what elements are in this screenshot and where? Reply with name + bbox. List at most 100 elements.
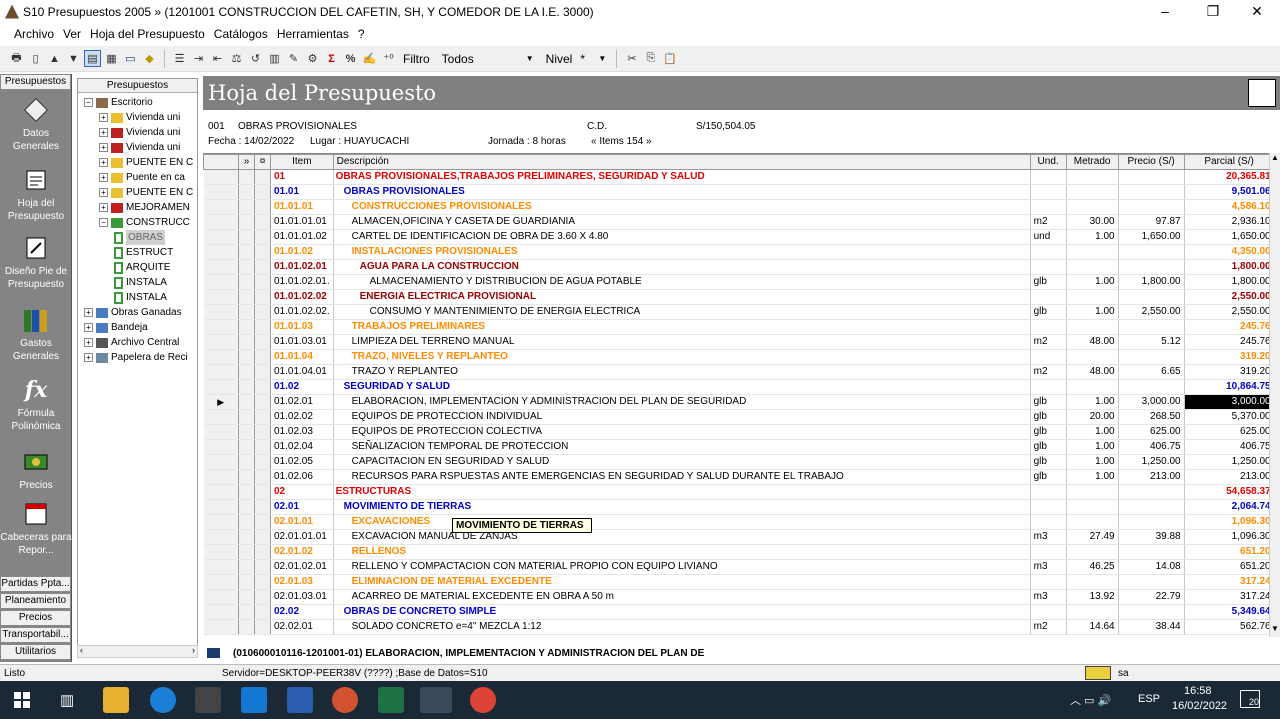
description-cell[interactable]: CARTEL DE IDENTIFICACION DE OBRA DE 3.60… (333, 229, 1031, 245)
parcial-cell[interactable]: 1,096.30 (1184, 514, 1275, 530)
precio-cell[interactable] (1118, 604, 1185, 620)
metrado-cell[interactable]: 1.00 (1066, 469, 1119, 485)
tree-node[interactable]: + Vivienda uni (99, 140, 180, 155)
parcial-cell[interactable]: 213.00 (1184, 469, 1275, 485)
table-row[interactable]: 01.01.01.01 ALMACEN,OFICINA Y CASETA DE G… (203, 214, 1275, 230)
unit-cell[interactable] (1030, 499, 1067, 515)
row-selector[interactable] (203, 334, 239, 350)
row-marker-cell[interactable] (254, 499, 271, 515)
menu-herramientas[interactable]: Herramientas (277, 27, 349, 41)
row-expand-cell[interactable] (238, 184, 255, 200)
unit-cell[interactable] (1030, 514, 1067, 530)
metrado-cell[interactable] (1066, 499, 1119, 515)
metrado-cell[interactable]: 1.00 (1066, 394, 1119, 410)
row-expand-cell[interactable] (238, 514, 255, 530)
row-selector[interactable] (203, 379, 239, 395)
tree-node[interactable]: + PUENTE EN C (99, 155, 193, 170)
row-marker-cell[interactable] (254, 169, 271, 185)
row-selector[interactable] (203, 364, 239, 380)
header-item[interactable]: Item (270, 154, 334, 170)
row-selector[interactable] (203, 574, 239, 590)
row-selector[interactable]: ▶ (203, 394, 239, 410)
table-row[interactable]: 01.01.02.01 AGUA PARA LA CONSTRUCCION 1,80… (203, 259, 1275, 275)
menu-archivo[interactable]: Archivo (14, 27, 54, 41)
datos-generales-button[interactable]: Datos Generales (0, 96, 72, 153)
parcial-cell[interactable]: 625.00 (1184, 424, 1275, 440)
gastos-generales-button[interactable]: Gastos Generales (0, 306, 72, 363)
metrado-cell[interactable]: 30.00 (1066, 214, 1119, 230)
row-marker-cell[interactable] (254, 244, 271, 260)
expand-icon[interactable]: + (99, 158, 108, 167)
copy-format-icon[interactable]: ✍ (361, 50, 378, 67)
file-explorer-icon[interactable] (103, 687, 129, 713)
parcial-cell[interactable]: 319.20 (1184, 364, 1275, 380)
parcial-cell[interactable]: 406.75 (1184, 439, 1275, 455)
row-selector[interactable] (203, 184, 239, 200)
description-cell[interactable]: AGUA PARA LA CONSTRUCCION (333, 259, 1031, 275)
store-icon[interactable] (195, 687, 221, 713)
parcial-cell[interactable]: 317.24 (1184, 574, 1275, 590)
item-cell[interactable]: 01.01.01 (270, 199, 334, 215)
row-marker-cell[interactable] (254, 364, 271, 380)
cut-icon[interactable]: ✂ (623, 50, 640, 67)
description-cell[interactable]: EXCAVACION MANUAL DE ZANJAS (333, 529, 1031, 545)
metrado-cell[interactable] (1066, 169, 1119, 185)
row-selector[interactable] (203, 439, 239, 455)
table-row[interactable]: 02.01.03.01 ACARREO DE MATERIAL EXCEDENTE… (203, 589, 1275, 605)
parcial-cell[interactable]: 1,800.00 (1184, 274, 1275, 290)
table-row[interactable]: 02.01.01 EXCAVACIONES 1,096.30 (203, 514, 1275, 530)
precio-cell[interactable]: 22.79 (1118, 589, 1185, 605)
precio-cell[interactable]: 3,000.00 (1118, 394, 1185, 410)
precio-cell[interactable] (1118, 514, 1185, 530)
row-marker-cell[interactable] (254, 454, 271, 470)
precio-cell[interactable]: 5.12 (1118, 334, 1185, 350)
expand-icon[interactable]: + (84, 353, 93, 362)
expand-icon[interactable]: + (99, 128, 108, 137)
table-row[interactable]: 02.01.02.01 RELLENO Y COMPACTACION CON MA… (203, 559, 1275, 575)
menu-help[interactable]: ? (358, 27, 365, 41)
close-button[interactable]: ✕ (1234, 0, 1280, 23)
row-expand-cell[interactable] (238, 379, 255, 395)
unit-cell[interactable]: m3 (1030, 529, 1067, 545)
metrado-cell[interactable]: 14.64 (1066, 619, 1119, 635)
parcial-cell[interactable]: 317.24 (1184, 589, 1275, 605)
row-marker-cell[interactable] (254, 409, 271, 425)
precio-cell[interactable]: 39.88 (1118, 529, 1185, 545)
description-cell[interactable]: ELABORACION, IMPLEMENTACION Y ADMINISTRA… (333, 394, 1031, 410)
metrado-cell[interactable] (1066, 349, 1119, 365)
row-selector[interactable] (203, 349, 239, 365)
unit-cell[interactable] (1030, 169, 1067, 185)
row-marker-cell[interactable] (254, 199, 271, 215)
row-expand-cell[interactable] (238, 559, 255, 575)
parcial-cell[interactable]: 1,096.30 (1184, 529, 1275, 545)
copy-icon[interactable]: ⎘ (642, 50, 659, 67)
precio-cell[interactable]: 406.75 (1118, 439, 1185, 455)
precio-cell[interactable] (1118, 574, 1185, 590)
nivel-select[interactable]: * ▼ (576, 49, 611, 68)
precio-cell[interactable]: 625.00 (1118, 424, 1185, 440)
item-cell[interactable]: 01.01.02.01. (270, 274, 334, 290)
row-marker-cell[interactable] (254, 619, 271, 635)
unit-cell[interactable]: m2 (1030, 334, 1067, 350)
view-list-icon[interactable]: ▤ (84, 50, 101, 67)
metrado-cell[interactable] (1066, 514, 1119, 530)
percent-icon[interactable]: % (342, 50, 359, 67)
metrado-cell[interactable]: 1.00 (1066, 439, 1119, 455)
calc-icon[interactable]: ⚙ (304, 50, 321, 67)
tree-node[interactable]: ARQUITE (114, 260, 170, 275)
tree-node[interactable]: + PUENTE EN C (99, 185, 193, 200)
row-marker-cell[interactable] (254, 424, 271, 440)
row-expand-cell[interactable] (238, 259, 255, 275)
row-expand-cell[interactable] (238, 169, 255, 185)
precio-cell[interactable]: 14.08 (1118, 559, 1185, 575)
table-row[interactable]: 01.01.01 CONSTRUCCIONES PROVISIONALES 4,58… (203, 199, 1275, 215)
unit-cell[interactable]: glb (1030, 424, 1067, 440)
item-cell[interactable]: 01.02.06 (270, 469, 334, 485)
unit-cell[interactable]: m3 (1030, 589, 1067, 605)
parcial-cell[interactable]: 4,586.10 (1184, 199, 1275, 215)
row-selector[interactable] (203, 244, 239, 260)
parcial-cell[interactable]: 245.76 (1184, 319, 1275, 335)
metrado-cell[interactable] (1066, 289, 1119, 305)
item-cell[interactable]: 01.02.01 (270, 394, 334, 410)
row-marker-cell[interactable] (254, 559, 271, 575)
